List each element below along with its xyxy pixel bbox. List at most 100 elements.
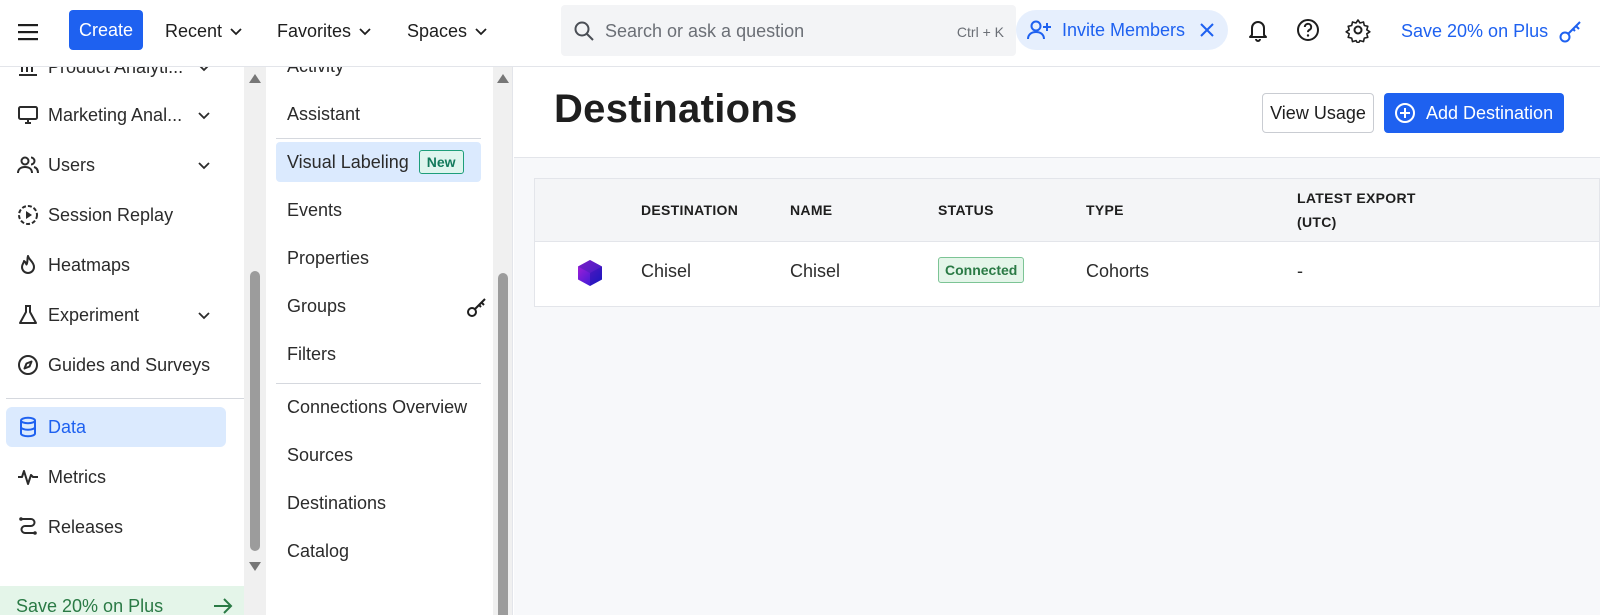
spaces-dropdown[interactable]: Spaces	[407, 18, 489, 44]
subnav-scroll-thumb[interactable]	[498, 273, 508, 615]
subnav-item-label: Activity	[287, 67, 344, 77]
chevron-down-icon	[230, 28, 242, 36]
page-title: Destinations	[554, 87, 798, 131]
sidebar-item-metrics[interactable]: Metrics	[6, 457, 226, 497]
scroll-up-arrow[interactable]	[249, 74, 261, 83]
top-bar: Create Recent Favorites Spaces Search or…	[0, 0, 1600, 67]
pulse-icon	[18, 470, 38, 485]
subnav-item-properties[interactable]: Properties	[276, 238, 481, 278]
subnav-item-visual-labeling[interactable]: Visual Labeling New	[276, 142, 481, 182]
chevron-down-icon	[198, 312, 210, 320]
subnav-item-activity[interactable]: Activity	[276, 67, 481, 86]
chisel-logo-icon	[578, 260, 602, 286]
column-header-status[interactable]: STATUS	[938, 198, 994, 222]
subnav-item-sources[interactable]: Sources	[276, 435, 481, 475]
hamburger-menu-icon[interactable]	[14, 18, 42, 46]
sidebar-item-guides-and-surveys[interactable]: Guides and Surveys	[6, 345, 226, 385]
sidebar-item-label: Experiment	[48, 304, 140, 325]
column-header-latest-export[interactable]: LATEST EXPORT	[1297, 186, 1416, 210]
save-plus-banner[interactable]: Save 20% on Plus	[0, 586, 244, 615]
add-destination-label: Add Destination	[1426, 102, 1554, 123]
sidebar-item-label: Product Analyti...	[48, 67, 183, 78]
subnav-item-destinations[interactable]: Destinations	[276, 483, 481, 523]
subnav-item-label: Connections Overview	[287, 396, 468, 417]
bell-icon[interactable]	[1245, 17, 1271, 43]
users-icon	[17, 156, 39, 174]
destinations-table: DESTINATION NAME STATUS TYPE LATEST EXPO…	[534, 178, 1600, 307]
subnav-item-label: Events	[287, 199, 343, 220]
subnav-item-label: Catalog	[287, 540, 350, 561]
sidebar-item-label: Heatmaps	[48, 254, 131, 275]
view-usage-button[interactable]: View Usage	[1262, 93, 1374, 133]
database-icon	[20, 416, 36, 438]
favorites-dropdown[interactable]: Favorites	[277, 18, 373, 44]
main-content: Destinations View Usage Add Destination …	[514, 67, 1600, 615]
recent-label: Recent	[165, 20, 223, 41]
chevron-down-icon	[475, 28, 487, 36]
invite-members-label: Invite Members	[1062, 20, 1186, 40]
sidebar-scroll-thumb[interactable]	[250, 271, 260, 551]
save-plus-link[interactable]: Save 20% on Plus	[1401, 18, 1584, 44]
subnav-scrollbar[interactable]	[493, 67, 513, 615]
flask-icon	[19, 305, 37, 324]
recent-dropdown[interactable]: Recent	[165, 18, 244, 44]
subnav-item-assistant[interactable]: Assistant	[276, 94, 481, 134]
data-subnav: Activity Assistant Visual Labeling New E…	[266, 67, 493, 615]
sidebar-item-heatmaps[interactable]: Heatmaps	[6, 245, 226, 285]
search-input[interactable]: Search or ask a question Ctrl + K	[561, 5, 1016, 56]
cell-type: Cohorts	[1086, 261, 1150, 281]
subnav-divider	[276, 383, 481, 384]
sidebar-item-marketing-analytics[interactable]: Marketing Anal...	[6, 95, 226, 135]
subnav-item-label: Assistant	[287, 103, 361, 124]
sidebar-item-label: Guides and Surveys	[48, 354, 211, 375]
play-circle-icon	[18, 205, 38, 225]
cell-destination: Chisel	[641, 261, 692, 281]
releases-icon	[19, 517, 37, 535]
key-icon	[1559, 21, 1581, 43]
scroll-up-arrow[interactable]	[497, 74, 509, 83]
column-header-name[interactable]: NAME	[790, 198, 832, 222]
column-header-utc: (UTC)	[1297, 214, 1337, 230]
sidebar-item-product-analytics[interactable]: Product Analyti...	[6, 67, 226, 87]
subnav-item-connections-overview[interactable]: Connections Overview	[276, 387, 481, 427]
subnav-item-label: Visual Labeling	[287, 151, 409, 172]
new-badge: New	[418, 150, 464, 174]
column-header-destination[interactable]: DESTINATION	[641, 198, 738, 222]
subnav-item-filters[interactable]: Filters	[276, 334, 481, 374]
sidebar-item-experiment[interactable]: Experiment	[6, 295, 226, 335]
subnav-item-label: Destinations	[287, 492, 387, 513]
sidebar-item-label: Session Replay	[48, 204, 174, 225]
cell-latest-export: -	[1297, 261, 1303, 281]
add-destination-button[interactable]: Add Destination	[1384, 93, 1564, 133]
sidebar-item-data[interactable]: Data	[6, 407, 226, 447]
sidebar-item-session-replay[interactable]: Session Replay	[6, 195, 226, 235]
favorites-label: Favorites	[277, 20, 352, 41]
subnav-item-groups[interactable]: Groups	[276, 286, 486, 326]
close-icon[interactable]	[1198, 21, 1216, 39]
spaces-label: Spaces	[407, 20, 468, 41]
create-button[interactable]: Create	[69, 10, 143, 50]
sidebar-scrollbar[interactable]	[244, 67, 266, 615]
plus-circle-icon	[1395, 103, 1415, 123]
sidebar-item-label: Releases	[48, 516, 124, 537]
gear-icon[interactable]	[1345, 17, 1371, 43]
scroll-down-arrow[interactable]	[249, 562, 261, 571]
subnav-item-label: Sources	[287, 444, 354, 465]
search-placeholder: Search or ask a question	[605, 21, 805, 41]
compass-icon	[18, 355, 38, 375]
sidebar-item-label: Marketing Anal...	[48, 104, 183, 125]
sidebar-item-users[interactable]: Users	[6, 145, 226, 185]
key-icon	[467, 298, 486, 317]
column-header-type[interactable]: TYPE	[1086, 198, 1124, 222]
subnav-divider	[276, 138, 481, 139]
cell-name: Chisel	[790, 261, 841, 281]
invite-members-button[interactable]: Invite Members	[1016, 10, 1228, 50]
table-header: DESTINATION NAME STATUS TYPE LATEST EXPO…	[535, 179, 1599, 242]
arrow-right-icon	[214, 598, 233, 614]
subnav-item-events[interactable]: Events	[276, 190, 481, 230]
search-icon	[574, 21, 594, 41]
primary-sidebar: Product Analyti... Marketing Anal... Use…	[0, 67, 244, 615]
sidebar-item-releases[interactable]: Releases	[6, 507, 226, 547]
subnav-item-catalog[interactable]: Catalog	[276, 531, 481, 571]
help-icon[interactable]	[1295, 17, 1321, 43]
